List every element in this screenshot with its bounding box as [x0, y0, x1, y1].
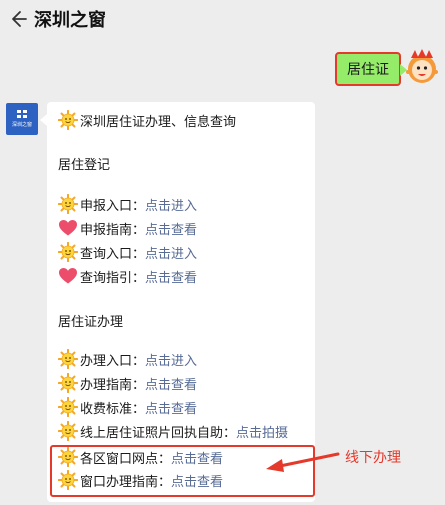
heart-icon: [59, 220, 77, 236]
user-message-bubble[interactable]: 居住证: [335, 52, 407, 86]
user-message-text: 居住证: [347, 62, 389, 78]
link-apply-entry[interactable]: 点击进入: [145, 195, 197, 214]
sun-icon: [58, 421, 78, 441]
link-process-guide[interactable]: 点击查看: [145, 374, 197, 393]
list-item: 申报入口： 点击进入: [58, 194, 197, 214]
sun-icon: [58, 373, 78, 393]
link-query-entry[interactable]: 点击进入: [145, 243, 197, 262]
arrow-left-icon: [266, 452, 340, 472]
list-item: 查询指引： 点击查看: [58, 266, 197, 286]
section-title-permit: 居住证办理: [58, 315, 124, 330]
annotation-offline: 线下办理: [345, 450, 401, 466]
list-item: 线上居住证照片回执自助： 点击拍摄: [58, 421, 288, 441]
list-item: 办理入口： 点击进入: [58, 349, 197, 369]
bot-message-bubble: 深圳居住证办理、信息查询 居住登记 申报入口： 点击进入 申报指南： 点击查看 …: [40, 102, 315, 502]
link-fee-standard[interactable]: 点击查看: [145, 398, 197, 417]
heart-icon: [59, 268, 77, 284]
sun-icon: [58, 349, 78, 369]
list-item: 申报指南： 点击查看: [58, 218, 197, 238]
sun-icon: [58, 110, 78, 130]
bot-avatar[interactable]: 深圳之窗: [6, 103, 38, 135]
link-query-guide[interactable]: 点击查看: [145, 267, 197, 286]
sun-icon: [58, 397, 78, 417]
link-apply-guide[interactable]: 点击查看: [145, 219, 197, 238]
bot-avatar-text: 深圳之窗: [11, 122, 32, 128]
link-process-entry[interactable]: 点击进入: [145, 350, 197, 369]
list-item: 查询入口： 点击进入: [58, 242, 197, 262]
chat-title: 深圳之窗: [34, 10, 106, 31]
list-item: 办理指南： 点击查看: [58, 373, 197, 393]
list-item: 收费标准： 点击查看: [58, 397, 197, 417]
sun-icon: [58, 242, 78, 262]
grid-icon: [17, 110, 27, 118]
top-bar: 深圳之窗: [0, 0, 445, 40]
user-avatar[interactable]: [405, 48, 439, 86]
section-title-registration: 居住登记: [58, 158, 111, 173]
bot-heading: 深圳居住证办理、信息查询: [58, 110, 236, 130]
back-arrow-icon[interactable]: [9, 10, 27, 28]
link-photo-receipt[interactable]: 点击拍摄: [236, 422, 288, 441]
sun-icon: [58, 194, 78, 214]
